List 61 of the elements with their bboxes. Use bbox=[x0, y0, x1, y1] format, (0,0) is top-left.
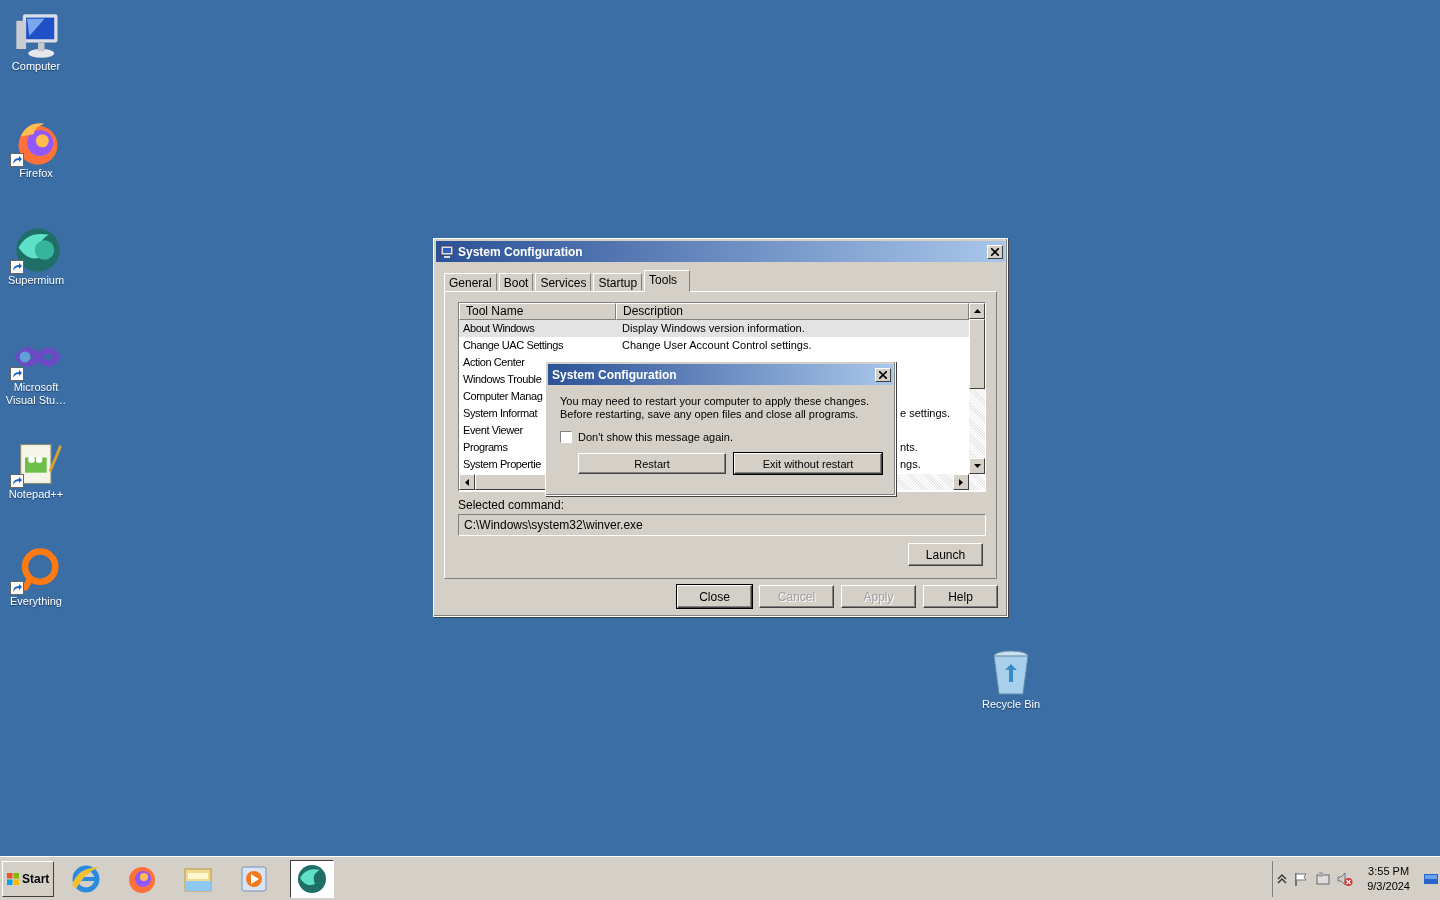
checkbox-label[interactable]: Don't show this message again. bbox=[578, 431, 733, 443]
close-button[interactable] bbox=[987, 244, 1003, 259]
command-field[interactable]: C:\Windows\system32\winver.exe bbox=[458, 514, 986, 536]
dialog-button[interactable]: Exit without restart bbox=[734, 453, 882, 474]
window-title: System Configuration bbox=[458, 244, 584, 259]
scroll-up-button[interactable] bbox=[969, 303, 985, 319]
flag-icon[interactable] bbox=[1293, 870, 1310, 887]
close-icon bbox=[879, 370, 887, 379]
taskbar-button[interactable] bbox=[290, 859, 334, 898]
chevron-up-icon[interactable] bbox=[1277, 872, 1288, 885]
start-button[interactable]: Start bbox=[2, 860, 54, 897]
left-arrow-icon bbox=[465, 478, 469, 486]
description-cell-text: Display Windows version information. bbox=[622, 321, 805, 336]
windows-logo-icon bbox=[6, 871, 20, 886]
clock-time: 3:55 PM bbox=[1368, 863, 1410, 879]
desktop-icon-label: Microsoft Visual Stu… bbox=[4, 381, 68, 407]
tab[interactable]: General bbox=[444, 273, 497, 291]
tool-name-cell: Action Center bbox=[463, 356, 525, 368]
tool-name-cell: Programs bbox=[463, 441, 508, 453]
up-arrow-icon bbox=[973, 309, 981, 313]
scrollbar-thumb[interactable] bbox=[969, 319, 985, 389]
desktop-icon-label: Notepad++ bbox=[7, 488, 65, 501]
column-header[interactable]: Description bbox=[616, 303, 969, 320]
clock[interactable]: 3:55 PM 9/3/2024 bbox=[1367, 863, 1410, 894]
tab[interactable]: Startup bbox=[593, 273, 643, 291]
down-arrow-icon bbox=[973, 464, 981, 468]
show-desktop-icon[interactable] bbox=[1424, 871, 1438, 886]
launch-button[interactable]: Launch bbox=[908, 543, 983, 566]
desktop-icon-label: Computer bbox=[10, 60, 62, 73]
description-cell-text: Change User Account Control settings. bbox=[622, 338, 812, 353]
app-icon bbox=[296, 862, 328, 895]
tab[interactable]: Boot bbox=[498, 273, 534, 291]
checkbox[interactable] bbox=[560, 431, 572, 443]
dialog-title: System Configuration bbox=[552, 367, 678, 382]
dialog-button[interactable]: Close bbox=[677, 585, 752, 608]
tool-name-cell: About Windows bbox=[463, 322, 535, 334]
dialog-button[interactable]: Restart bbox=[578, 453, 726, 474]
scroll-down-button[interactable] bbox=[969, 458, 985, 474]
list-row[interactable]: Change UAC Settings Change User Account Control settings. bbox=[459, 337, 969, 354]
description-cell-text: nts. bbox=[900, 440, 918, 455]
column-header[interactable]: Tool Name bbox=[459, 303, 616, 320]
tool-name-cell: Change UAC Settings bbox=[463, 339, 563, 351]
close-button[interactable] bbox=[875, 367, 891, 382]
field-label: Selected command: bbox=[458, 498, 566, 512]
scroll-right-button[interactable] bbox=[953, 474, 969, 490]
muted-speaker-icon[interactable] bbox=[1337, 870, 1354, 887]
tab[interactable]: Tools bbox=[644, 270, 691, 292]
message-text: You may need to restart your computer to apply these changes. bbox=[560, 395, 870, 408]
desktop-icon-label: Supermium bbox=[6, 274, 66, 287]
right-arrow-icon bbox=[959, 478, 963, 486]
close-icon bbox=[991, 247, 999, 256]
desktop-icon-label: Everything bbox=[9, 595, 63, 608]
dialog-button[interactable]: Help bbox=[923, 585, 998, 608]
clock-date: 9/3/2024 bbox=[1367, 878, 1410, 894]
scroll-left-button[interactable] bbox=[459, 474, 475, 490]
message-text: Before restarting, save any open files and close all programs. bbox=[560, 408, 860, 421]
desktop-icon-label: Recycle Bin bbox=[980, 698, 1042, 711]
desktop-icon-label: Firefox bbox=[18, 167, 54, 180]
computer-icon bbox=[440, 244, 454, 259]
list-row[interactable]: About Windows Display Windows version information. bbox=[459, 320, 969, 337]
tab[interactable]: Services bbox=[535, 273, 592, 291]
